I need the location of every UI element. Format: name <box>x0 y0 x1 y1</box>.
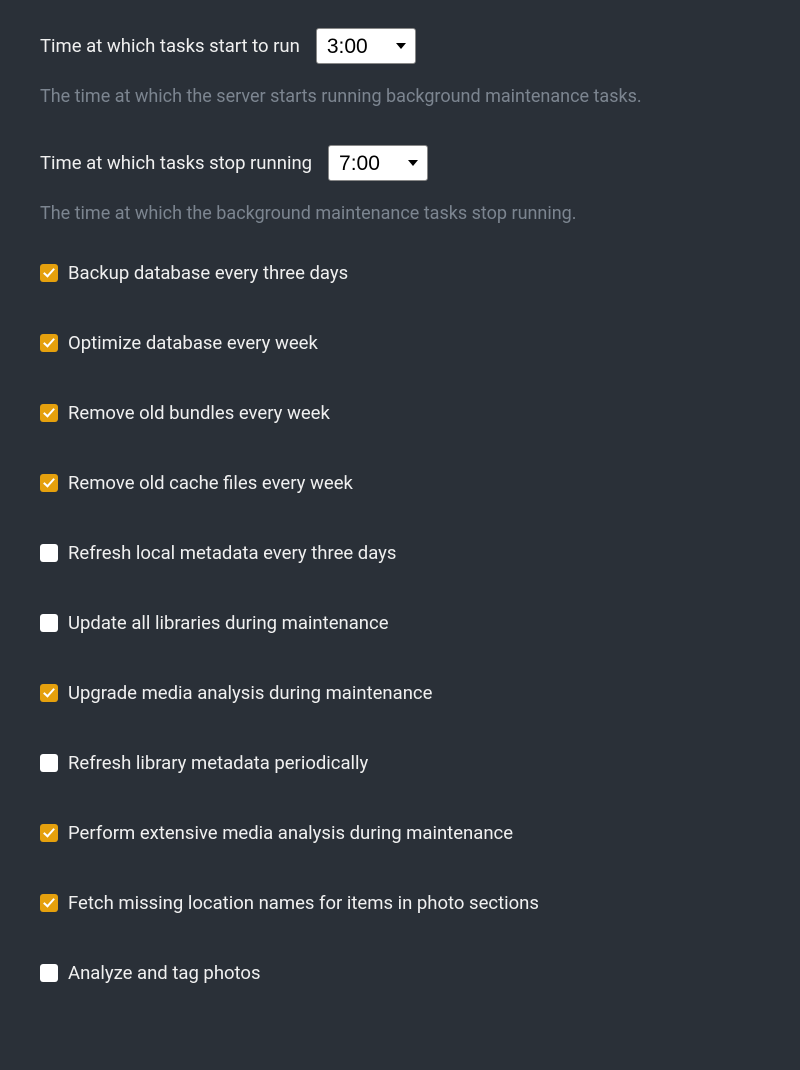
checkbox-upgrade-media[interactable] <box>40 684 58 702</box>
task-label-refresh-local-meta[interactable]: Refresh local metadata every three days <box>68 542 396 564</box>
start-time-label: Time at which tasks start to run <box>40 35 300 57</box>
task-label-extensive-media[interactable]: Perform extensive media analysis during … <box>68 822 513 844</box>
checkbox-optimize-db[interactable] <box>40 334 58 352</box>
checkbox-refresh-local-meta[interactable] <box>40 544 58 562</box>
task-row-backup-db: Backup database every three days <box>40 262 760 284</box>
checkbox-extensive-media[interactable] <box>40 824 58 842</box>
stop-time-label: Time at which tasks stop running <box>40 152 312 174</box>
task-label-backup-db[interactable]: Backup database every three days <box>68 262 348 284</box>
start-time-help: The time at which the server starts runn… <box>40 84 760 109</box>
task-row-optimize-db: Optimize database every week <box>40 332 760 354</box>
task-label-analyze-tag-photos[interactable]: Analyze and tag photos <box>68 962 261 984</box>
task-label-refresh-lib-meta[interactable]: Refresh library metadata periodically <box>68 752 368 774</box>
task-row-analyze-tag-photos: Analyze and tag photos <box>40 962 760 984</box>
checkbox-update-libraries[interactable] <box>40 614 58 632</box>
checkbox-remove-cache[interactable] <box>40 474 58 492</box>
checkbox-fetch-location[interactable] <box>40 894 58 912</box>
start-time-row: Time at which tasks start to run 3:00 <box>40 28 760 64</box>
stop-time-row: Time at which tasks stop running 7:00 <box>40 145 760 181</box>
task-row-update-libraries: Update all libraries during maintenance <box>40 612 760 634</box>
task-row-refresh-lib-meta: Refresh library metadata periodically <box>40 752 760 774</box>
task-label-fetch-location[interactable]: Fetch missing location names for items i… <box>68 892 539 914</box>
checkbox-remove-bundles[interactable] <box>40 404 58 422</box>
task-label-remove-bundles[interactable]: Remove old bundles every week <box>68 402 330 424</box>
task-row-remove-cache: Remove old cache files every week <box>40 472 760 494</box>
task-row-extensive-media: Perform extensive media analysis during … <box>40 822 760 844</box>
task-row-remove-bundles: Remove old bundles every week <box>40 402 760 424</box>
checkbox-refresh-lib-meta[interactable] <box>40 754 58 772</box>
stop-time-help: The time at which the background mainten… <box>40 201 760 226</box>
task-label-update-libraries[interactable]: Update all libraries during maintenance <box>68 612 389 634</box>
start-time-select[interactable]: 3:00 <box>316 28 416 64</box>
task-row-upgrade-media: Upgrade media analysis during maintenanc… <box>40 682 760 704</box>
stop-time-select[interactable]: 7:00 <box>328 145 428 181</box>
checkbox-analyze-tag-photos[interactable] <box>40 964 58 982</box>
maintenance-tasks-list: Backup database every three days Optimize… <box>40 262 760 984</box>
task-row-refresh-local-meta: Refresh local metadata every three days <box>40 542 760 564</box>
task-row-fetch-location: Fetch missing location names for items i… <box>40 892 760 914</box>
checkbox-backup-db[interactable] <box>40 264 58 282</box>
task-label-optimize-db[interactable]: Optimize database every week <box>68 332 318 354</box>
task-label-remove-cache[interactable]: Remove old cache files every week <box>68 472 353 494</box>
task-label-upgrade-media[interactable]: Upgrade media analysis during maintenanc… <box>68 682 432 704</box>
